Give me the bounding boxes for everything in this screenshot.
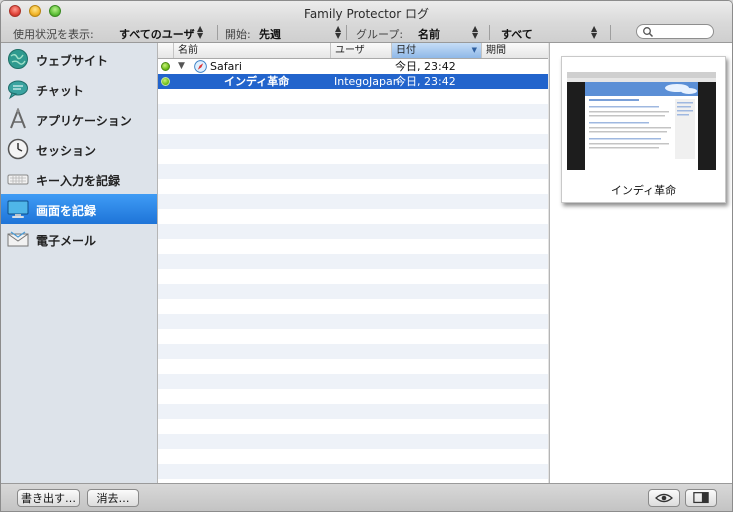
sidebar-item-label: ウェブサイト: [36, 54, 109, 68]
filter-toolbar: 使用状況を表示: すべてのユーザ ▲ ▼ 開始: 先週 ▲ ▼ グループ: 名前 ▲…: [1, 23, 732, 43]
row-name: Safari: [210, 60, 242, 73]
column-header-name[interactable]: 名前: [174, 43, 331, 58]
chat-bubble-icon: [8, 80, 28, 100]
eye-icon: [655, 493, 673, 503]
delete-button[interactable]: 消去…: [87, 489, 139, 507]
sidebar-item-applications[interactable]: アプリケーション: [1, 104, 157, 134]
globe-icon: [8, 49, 28, 69]
start-label: 開始:: [225, 28, 251, 41]
preview-panel-icon: [693, 492, 709, 504]
magnifier-icon: [643, 27, 654, 38]
title-bar: Family Protector ログ: [1, 1, 732, 23]
preview-pane: インディ革命: [549, 43, 732, 483]
disclosure-triangle-icon[interactable]: ▼: [178, 59, 185, 74]
group-label: グループ:: [356, 28, 404, 41]
popup-arrows-icon: ▲ ▼: [472, 24, 479, 40]
export-button[interactable]: 書き出す…: [17, 489, 80, 507]
toolbar-divider: [610, 25, 611, 40]
screenshot-image: [567, 72, 716, 170]
row-date: 今日, 23:42: [395, 60, 456, 73]
row-user: IntegoJapan: [334, 75, 400, 88]
toolbar-divider: [346, 25, 347, 40]
usage-label: 使用状況を表示:: [13, 28, 94, 41]
envelope-icon: [7, 231, 29, 247]
sort-descending-icon: ▼: [471, 46, 477, 54]
sidebar-item-chat[interactable]: チャット: [1, 74, 157, 104]
log-table: 名前 ユーザ 日付 ▼ 期間 ▼ Safari 今日, 23:42 インディ革命: [158, 43, 548, 483]
popup-arrows-icon: ▲ ▼: [591, 24, 598, 40]
toggle-preview-button[interactable]: [685, 489, 717, 507]
toolbar-divider: [217, 25, 218, 40]
column-header-label: 名前: [178, 45, 198, 56]
sidebar-item-label: アプリケーション: [36, 114, 132, 128]
group-popup[interactable]: 名前 ▲ ▼: [418, 23, 482, 42]
status-dot-icon: [161, 62, 170, 71]
column-header-label: ユーザ: [335, 45, 365, 56]
sidebar-item-email[interactable]: 電子メール: [1, 224, 157, 254]
sidebar-item-sessions[interactable]: セッション: [1, 134, 157, 164]
search-field[interactable]: [636, 24, 714, 39]
table-row[interactable]: インディ革命 IntegoJapan 今日, 23:42: [158, 74, 548, 89]
row-name: インディ革命: [224, 75, 290, 88]
column-header-label: 日付: [396, 45, 416, 56]
toolbar-divider: [489, 25, 490, 40]
sidebar-item-label: セッション: [36, 144, 97, 158]
applications-icon: [10, 108, 26, 129]
keyboard-icon: [7, 174, 29, 185]
sidebar-item-label: 画面を記録: [36, 204, 97, 218]
popup-arrows-icon: ▲ ▼: [197, 24, 204, 40]
sidebar-item-label: 電子メール: [36, 234, 97, 248]
sidebar-item-screenshots[interactable]: 画面を記録: [1, 194, 157, 224]
table-body: ▼ Safari 今日, 23:42 インディ革命 IntegoJapan 今日…: [158, 59, 548, 483]
app-window: Family Protector ログ 使用状況を表示: すべてのユーザ ▲ ▼ …: [0, 0, 733, 512]
status-dot-icon: [161, 77, 170, 86]
start-popup-value: 先週: [259, 28, 281, 41]
start-popup[interactable]: 先週 ▲ ▼: [259, 23, 343, 42]
column-header-duration[interactable]: 期間: [482, 43, 548, 58]
safari-icon: [194, 60, 207, 73]
column-header-user[interactable]: ユーザ: [331, 43, 392, 58]
filter-popup-value: すべて: [501, 28, 533, 41]
popup-arrows-icon: ▲ ▼: [335, 24, 342, 40]
group-popup-value: 名前: [418, 28, 440, 41]
bottom-bar: 書き出す… 消去…: [1, 483, 732, 511]
table-header: 名前 ユーザ 日付 ▼ 期間: [158, 43, 548, 59]
thumbnail-caption: インディ革命: [610, 184, 677, 197]
column-header-date[interactable]: 日付 ▼: [392, 43, 482, 58]
row-date: 今日, 23:42: [395, 75, 456, 88]
window-title: Family Protector ログ: [304, 7, 429, 21]
column-header-status[interactable]: [158, 43, 174, 58]
screenshot-thumbnail[interactable]: インディ革命: [561, 56, 726, 203]
sidebar-item-label: チャット: [36, 84, 84, 98]
quick-look-button[interactable]: [648, 489, 680, 507]
sidebar-item-websites[interactable]: ウェブサイト: [1, 44, 157, 74]
clock-icon: [7, 138, 29, 160]
table-row[interactable]: ▼ Safari 今日, 23:42: [158, 59, 548, 74]
user-popup[interactable]: すべてのユーザ ▲ ▼: [119, 23, 209, 42]
column-header-label: 期間: [486, 45, 506, 56]
sidebar-item-label: キー入力を記録: [36, 174, 121, 188]
monitor-icon: [7, 200, 29, 218]
filter-popup[interactable]: すべて ▲ ▼: [501, 23, 601, 42]
user-popup-value: すべてのユーザ: [119, 28, 195, 41]
sidebar-item-keystrokes[interactable]: キー入力を記録: [1, 164, 157, 194]
category-sidebar: ウェブサイト チャット アプリケーション セッション キー入力を記録 画面を記録…: [1, 43, 158, 483]
